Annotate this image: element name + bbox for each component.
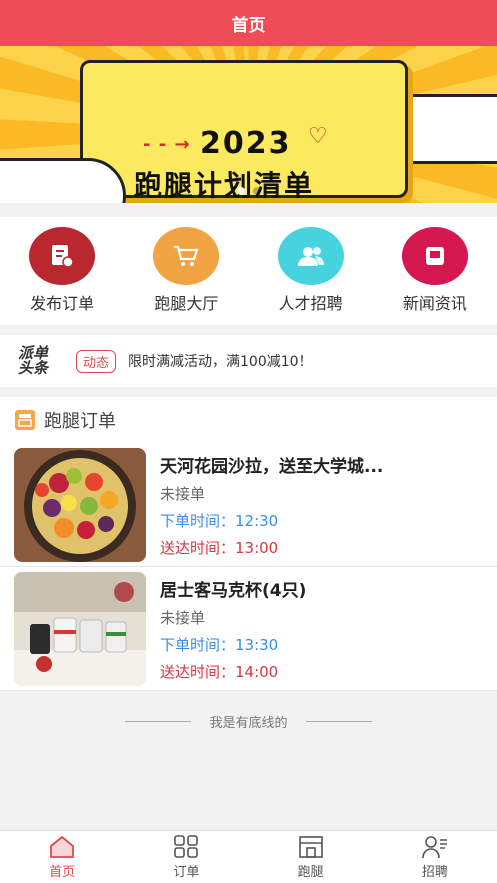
deliver-time: 送达时间：13:00 (160, 538, 279, 557)
ticker-text[interactable]: 限时满减活动，满100减10！ (128, 351, 313, 371)
heart-icon: ♡ (308, 124, 328, 149)
users-icon (277, 227, 344, 285)
ticker-logo-line2: 头条 (18, 359, 49, 377)
banner-carousel[interactable]: - - → 2023 ♡ 跑腿计划清单 (0, 46, 497, 203)
end-of-list: 我是有底线的 (0, 691, 497, 751)
news-icon (401, 227, 468, 285)
carousel-dot-active[interactable] (236, 187, 245, 195)
order-title: 天河花园沙拉，送至大学城... (160, 456, 384, 477)
store-icon (298, 835, 323, 858)
quick-action-label: 跑腿大厅 (154, 294, 219, 313)
quick-action-label: 新闻资讯 (402, 294, 467, 313)
tab-label: 招聘 (421, 864, 448, 880)
divider-right (305, 720, 372, 722)
news-ticker[interactable]: 派单 头条 动态 限时满减活动，满100减10！ (0, 335, 497, 387)
tab-label: 订单 (173, 864, 200, 880)
banner-year: 2023 (200, 126, 292, 161)
quick-action-news[interactable]: 新闻资讯 (380, 227, 490, 314)
tab-orders[interactable]: 订单 (136, 834, 236, 880)
tab-label: 跑腿 (297, 864, 324, 880)
carousel-indicator (0, 187, 497, 195)
order-image-fruit-platter (14, 447, 146, 562)
quick-action-label: 发布订单 (30, 294, 95, 313)
order-status: 未接单 (160, 484, 206, 503)
grid-icon (174, 834, 199, 858)
order-status: 未接单 (160, 608, 206, 627)
ticker-logo: 派单 头条 (18, 346, 64, 376)
banner-hand-left (0, 158, 126, 203)
tab-recruit[interactable]: 招聘 (385, 835, 485, 880)
order-card[interactable]: 天河花园沙拉，送至大学城... 未接单 下单时间：12:30 送达时间：13:0… (0, 443, 497, 567)
tab-home[interactable]: 首页 (12, 835, 112, 880)
order-time: 下单时间：13:30 (160, 635, 279, 654)
store-icon (15, 410, 35, 430)
banner-arrow-icon: - - → (143, 134, 191, 155)
cart-icon (153, 227, 220, 285)
tab-label: 首页 (49, 864, 76, 880)
orders-title: 跑腿订单 (44, 411, 116, 432)
person-icon (422, 835, 447, 858)
carousel-dot[interactable] (252, 187, 261, 195)
quick-action-label: 人才招聘 (278, 294, 343, 313)
order-image-mug-set (14, 571, 146, 686)
home-icon (50, 835, 75, 858)
top-navbar: 首页 (0, 0, 497, 46)
divider-left (125, 720, 192, 722)
page-title: 首页 (231, 15, 266, 36)
tab-errand[interactable]: 跑腿 (261, 835, 361, 880)
quick-action-errand-hall[interactable]: 跑腿大厅 (131, 227, 241, 314)
order-title: 居士客马克杯(4只) (160, 580, 307, 601)
ticker-badge: 动态 (76, 349, 117, 373)
tab-bar: 首页 订单 跑腿 招聘 (0, 830, 497, 883)
document-icon (29, 227, 96, 285)
banner-title: 跑腿计划清单 (134, 169, 315, 202)
quick-action-recruitment[interactable]: 人才招聘 (256, 227, 366, 314)
order-card[interactable]: 居士客马克杯(4只) 未接单 下单时间：13:30 送达时间：14:00 (0, 567, 497, 691)
quick-action-publish-order[interactable]: 发布订单 (7, 227, 117, 314)
orders-header: 跑腿订单 (0, 397, 497, 443)
end-of-list-text: 我是有底线的 (209, 715, 288, 731)
order-time: 下单时间：12:30 (160, 511, 279, 530)
quick-actions: 发布订单 跑腿大厅 人才招聘 新闻资讯 (0, 217, 497, 325)
orders-section: 跑腿订单 天河花园沙拉，送至大学城... 未接单 下单时间：12:30 送达时间… (0, 397, 497, 691)
deliver-time: 送达时间：14:00 (160, 662, 279, 681)
